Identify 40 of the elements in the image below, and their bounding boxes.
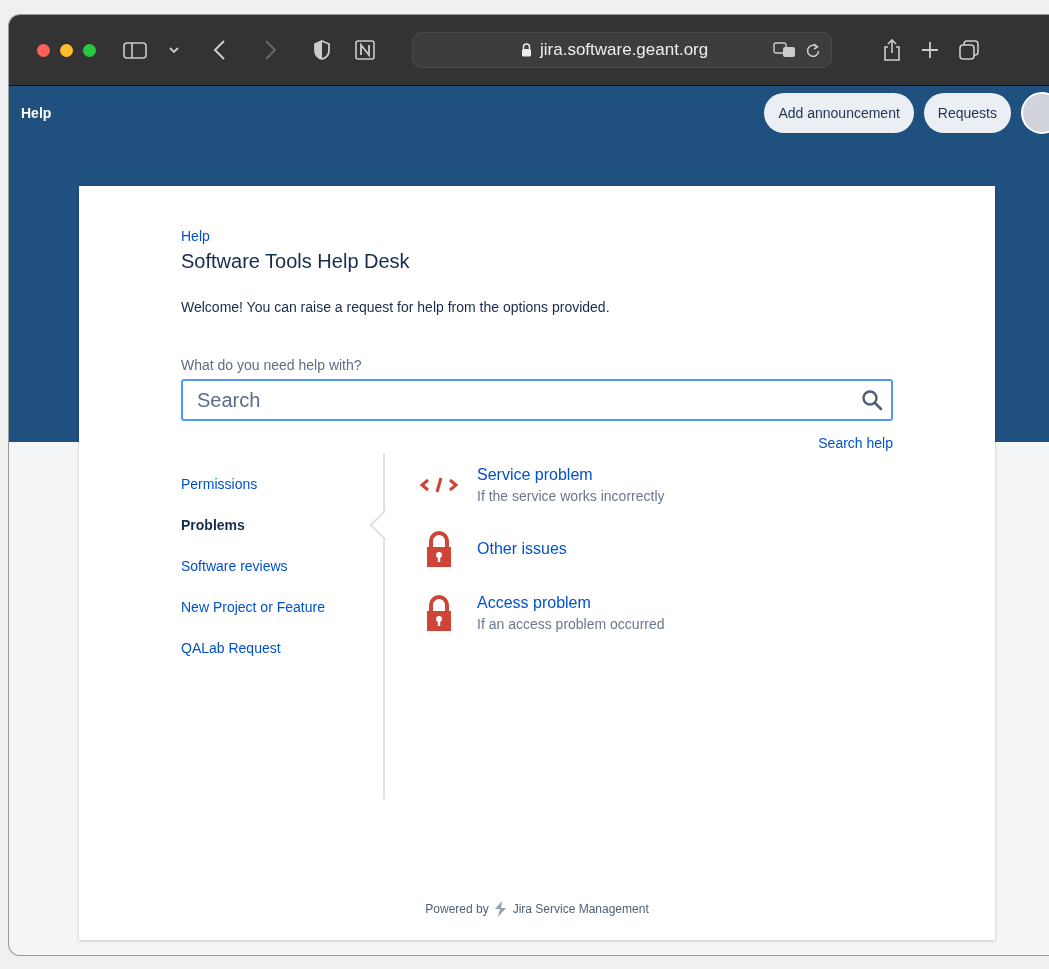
address-bar[interactable]: jira.software.geant.org <box>412 32 832 68</box>
share-icon[interactable] <box>882 38 902 62</box>
reload-icon[interactable] <box>805 42 821 58</box>
group-link[interactable]: Permissions <box>181 475 258 493</box>
group-link[interactable]: QALab Request <box>181 639 281 657</box>
search-label: What do you need help with? <box>181 357 363 373</box>
header-button[interactable]: Requests <box>923 93 1011 133</box>
search-field[interactable]: Search <box>181 379 893 421</box>
chevron-down-icon[interactable] <box>168 44 180 56</box>
group-link[interactable]: Problems <box>181 516 245 534</box>
request-type-description: If the service works incorrectly <box>477 488 665 504</box>
search-icon[interactable] <box>861 389 883 411</box>
zoom-window-button[interactable] <box>83 43 96 57</box>
header-button[interactable]: Add announcement <box>764 93 914 133</box>
request-type-link[interactable]: Access problem <box>477 594 665 612</box>
tabs-icon[interactable] <box>958 39 980 61</box>
lightning-icon <box>492 900 509 918</box>
request-type-description: If an access problem occurred <box>477 616 665 632</box>
notebook-icon[interactable] <box>354 39 376 61</box>
welcome-text: Welcome! You can raise a request for help from the options provided. <box>181 299 611 315</box>
breadcrumb-link[interactable]: Help <box>181 228 893 244</box>
close-window-button[interactable] <box>37 43 50 57</box>
shield-icon[interactable] <box>312 39 332 61</box>
translate-icon[interactable] <box>773 41 797 59</box>
plus-icon[interactable] <box>920 40 940 60</box>
request-type-link[interactable]: Other issues <box>477 540 567 558</box>
request-type-link[interactable]: Service problem <box>477 466 665 484</box>
group-link[interactable]: Software reviews <box>181 557 288 575</box>
search-help-link[interactable]: Search help <box>818 435 893 451</box>
lock-icon <box>521 43 532 57</box>
back-icon[interactable] <box>212 39 228 61</box>
help-link[interactable]: Help <box>21 105 52 121</box>
code-icon <box>419 475 459 495</box>
url-text: jira.software.geant.org <box>540 40 709 60</box>
group-link[interactable]: New Project or Feature <box>181 598 325 616</box>
product-name: Jira Service Management <box>512 902 649 916</box>
portal-title: Software Tools Help Desk <box>181 250 411 273</box>
sidebar-icon[interactable] <box>122 40 150 60</box>
powered-by-text: Powered by <box>425 902 489 916</box>
minimize-window-button[interactable] <box>60 43 73 57</box>
